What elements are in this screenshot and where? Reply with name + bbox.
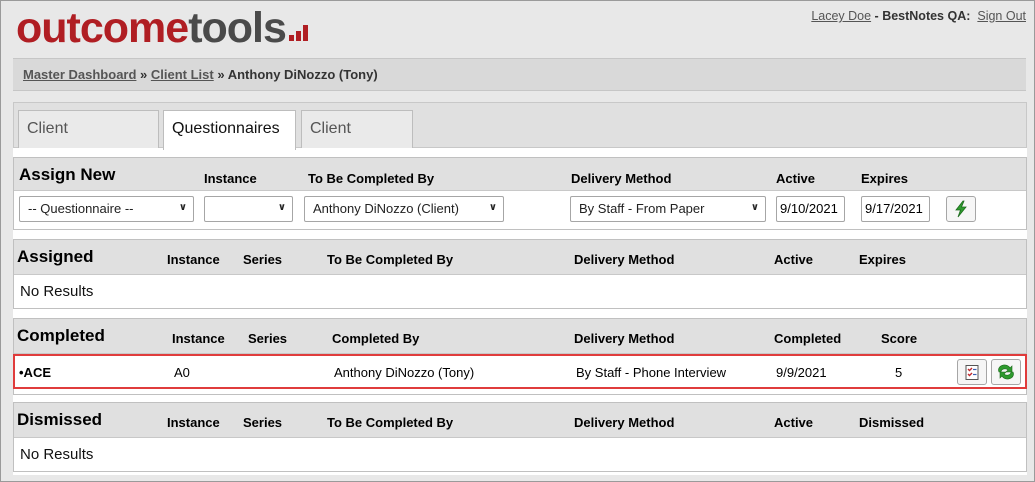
- chevron-down-icon: ∨: [277, 202, 286, 213]
- logo-text-tools: tools: [188, 4, 287, 52]
- completed-delivery-method: By Staff - Phone Interview: [576, 365, 727, 380]
- table-row: •ACE A0 Anthony DiNozzo (Tony) By Staff …: [13, 354, 1027, 389]
- view-results-button[interactable]: [957, 359, 987, 385]
- chevron-down-icon: ∨: [178, 202, 187, 213]
- col-series: Series: [243, 415, 283, 430]
- completed-score: 5: [895, 365, 903, 380]
- col-instance: Instance: [204, 171, 257, 186]
- active-date-input[interactable]: 9/10/2021: [776, 196, 845, 222]
- user-name-link[interactable]: Lacey Doe: [811, 9, 871, 23]
- assign-new-section: Assign New Instance To Be Completed By D…: [13, 157, 1027, 230]
- col-active: Active: [776, 171, 816, 186]
- completed-by-select-value: Anthony DiNozzo (Client): [313, 201, 459, 216]
- breadcrumb-master-dashboard[interactable]: Master Dashboard: [23, 67, 136, 82]
- completed-questionnaire-name: •ACE: [19, 365, 51, 380]
- logo-bars-icon: [288, 25, 308, 41]
- refresh-arrows-icon: [998, 364, 1014, 380]
- completed-header: Completed Instance Series Completed By D…: [14, 319, 1026, 354]
- col-expires: Expires: [861, 171, 908, 186]
- col-expires: Expires: [859, 252, 906, 267]
- col-completed: Completed: [774, 331, 842, 346]
- checklist-icon: [965, 364, 979, 380]
- completed-title: Completed: [17, 326, 105, 345]
- col-instance: Instance: [167, 415, 220, 430]
- outcometools-logo[interactable]: outcome tools: [16, 3, 308, 53]
- col-delivery-method: Delivery Method: [574, 331, 675, 346]
- assign-new-title: Assign New: [19, 165, 116, 184]
- delivery-method-select-value: By Staff - From Paper: [579, 201, 705, 216]
- logo-text-outcome: outcome: [16, 4, 189, 52]
- col-to-be-completed-by: To Be Completed By: [327, 252, 454, 267]
- breadcrumb-sep: »: [213, 67, 228, 82]
- col-instance: Instance: [172, 331, 225, 346]
- breadcrumb-client-list[interactable]: Client List: [151, 67, 214, 82]
- col-instance: Instance: [167, 252, 220, 267]
- assigned-section: Assigned Instance Series To Be Completed…: [13, 239, 1027, 309]
- col-completed-by: Completed By: [332, 331, 420, 346]
- completed-date: 9/9/2021: [776, 365, 827, 380]
- user-separator: -: [871, 9, 883, 23]
- chevron-down-icon: ∨: [488, 202, 497, 213]
- tab-bar: Client Dashboard Questionnaires Client D…: [13, 102, 1027, 173]
- assigned-title: Assigned: [17, 247, 94, 266]
- col-to-be-completed-by: To Be Completed By: [308, 171, 435, 186]
- col-delivery-method: Delivery Method: [571, 171, 672, 186]
- tab-questionnaires[interactable]: Questionnaires: [163, 110, 296, 150]
- expires-date-input[interactable]: 9/17/2021: [861, 196, 930, 222]
- chevron-down-icon: ∨: [750, 202, 759, 213]
- breadcrumb-sep: »: [136, 67, 151, 82]
- col-delivery-method: Delivery Method: [574, 415, 675, 430]
- org-name: BestNotes QA:: [882, 9, 971, 23]
- user-bar: Lacey Doe - BestNotes QA: Sign Out: [811, 9, 1026, 23]
- assign-new-row: -- Questionnaire -- ∨ ∨ Anthony DiNozzo …: [14, 191, 1026, 225]
- col-score: Score: [881, 331, 918, 346]
- col-active: Active: [774, 252, 814, 267]
- completed-by-value: Anthony DiNozzo (Tony): [334, 365, 475, 380]
- dismissed-header: Dismissed Instance Series To Be Complete…: [14, 403, 1026, 438]
- assigned-header: Assigned Instance Series To Be Completed…: [14, 240, 1026, 275]
- main-panel: Client Dashboard Questionnaires Client D…: [13, 102, 1027, 475]
- tab-client-details[interactable]: Client Details: [301, 110, 413, 173]
- sign-out-link[interactable]: Sign Out: [977, 9, 1026, 23]
- delivery-method-select[interactable]: By Staff - From Paper ∨: [570, 196, 766, 222]
- breadcrumb-current: Anthony DiNozzo (Tony): [227, 67, 378, 82]
- app-window: outcome tools Lacey Doe - BestNotes QA: S…: [0, 0, 1035, 482]
- instance-select[interactable]: ∨: [204, 196, 293, 222]
- dismissed-empty-message: No Results: [20, 446, 94, 463]
- lightning-bolt-icon: [955, 200, 967, 218]
- col-series: Series: [243, 252, 283, 267]
- col-to-be-completed-by: To Be Completed By: [327, 415, 454, 430]
- questionnaire-select[interactable]: -- Questionnaire -- ∨: [19, 196, 194, 222]
- col-delivery-method: Delivery Method: [574, 252, 675, 267]
- col-active: Active: [774, 415, 814, 430]
- reassign-button[interactable]: [991, 359, 1021, 385]
- assign-new-header: Assign New Instance To Be Completed By D…: [14, 158, 1026, 191]
- breadcrumb: Master Dashboard » Client List » Anthony…: [13, 58, 1026, 91]
- questionnaire-select-value: -- Questionnaire --: [28, 201, 134, 216]
- dismissed-title: Dismissed: [17, 410, 103, 429]
- completed-instance: A0: [174, 365, 190, 380]
- col-series: Series: [248, 331, 288, 346]
- col-dismissed: Dismissed: [859, 415, 925, 430]
- assigned-empty-message: No Results: [20, 283, 94, 300]
- completed-section: Completed Instance Series Completed By D…: [13, 318, 1027, 395]
- completed-by-select[interactable]: Anthony DiNozzo (Client) ∨: [304, 196, 504, 222]
- dismissed-section: Dismissed Instance Series To Be Complete…: [13, 402, 1027, 472]
- assign-button[interactable]: [946, 196, 976, 222]
- tab-client-dashboard[interactable]: Client Dashboard: [18, 110, 159, 173]
